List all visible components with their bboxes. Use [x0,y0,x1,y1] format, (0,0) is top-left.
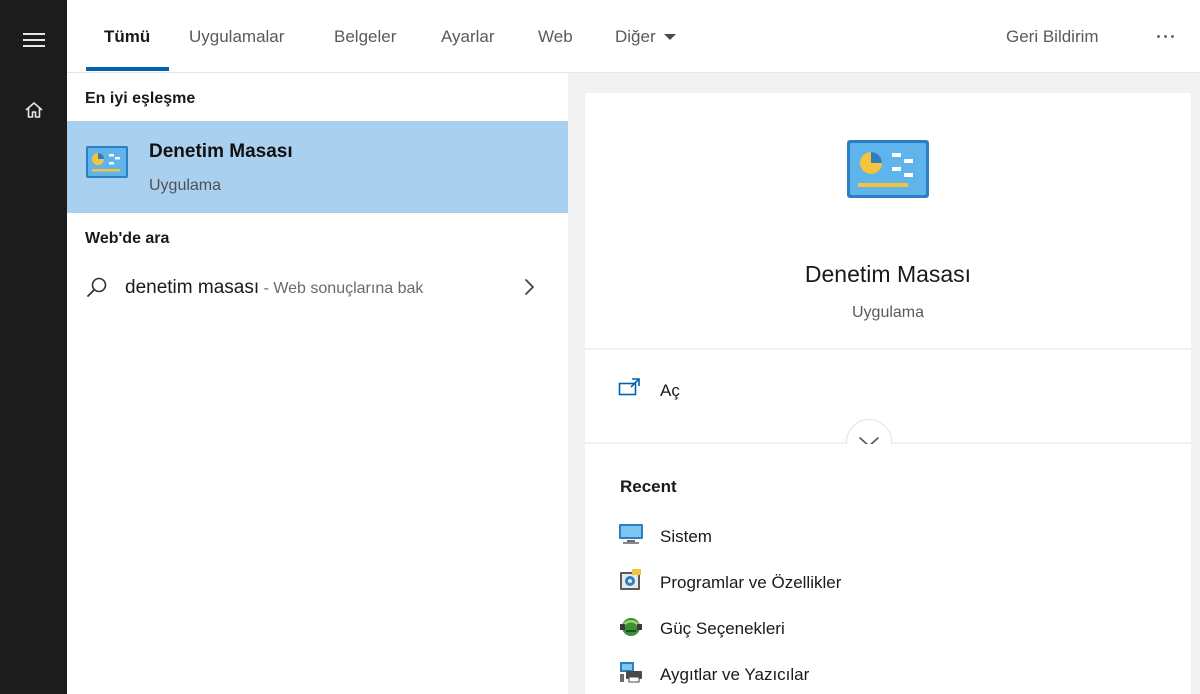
home-icon[interactable] [0,90,67,130]
recent-item-sistem[interactable]: Sistem [618,522,1138,552]
programs-features-icon [618,568,644,597]
open-label: Aç [660,381,680,400]
power-options-icon [618,614,644,645]
preview-subtitle: Uygulama [851,304,925,321]
results-pane: En iyi eşleşme Denetim Masası Uygulama W… [67,73,568,694]
web-search-query: denetim masası [125,277,260,298]
web-search-suffix: - Web sonuçlarına bak [259,280,424,297]
recent-item-label: Sistem [660,527,712,546]
control-panel-icon [846,139,930,204]
tab-more-label: Diğer [615,26,656,46]
devices-printers-icon [618,660,644,689]
web-search-item[interactable]: denetim masası - Web sonuçlarına bak [67,265,568,311]
preview-header-card: Denetim Masası Uygulama [585,93,1191,348]
tab-all[interactable]: Tümü [104,0,150,73]
chevron-right-icon[interactable] [523,277,537,302]
best-match-heading: En iyi eşleşme [85,90,196,107]
system-monitor-icon [618,522,644,551]
best-match-subtitle: Uygulama [149,177,222,194]
recent-item-label: Programlar ve Özellikler [660,573,842,592]
feedback-link[interactable]: Geri Bildirim [1006,0,1099,73]
tab-apps[interactable]: Uygulamalar [189,0,284,73]
tab-more-dropdown[interactable]: Diğer [615,0,676,73]
best-match-title: Denetim Masası [149,141,293,162]
tab-web[interactable]: Web [538,0,573,73]
tab-settings[interactable]: Ayarlar [441,0,495,73]
recent-heading: Recent [620,477,677,496]
web-search-heading: Web'de ara [85,230,170,247]
hamburger-menu-icon[interactable] [0,20,67,60]
recent-item-programs-features[interactable]: Programlar ve Özellikler [618,568,1138,598]
recent-item-label: Güç Seçenekleri [660,619,785,638]
recent-item-power-options[interactable]: Güç Seçenekleri [618,614,1138,644]
active-tab-indicator [86,67,169,71]
recent-item-devices-printers[interactable]: Aygıtlar ve Yazıcılar [618,660,1138,690]
recent-item-label: Aygıtlar ve Yazıcılar [660,665,810,684]
caret-down-icon [663,33,676,40]
preview-pane: Denetim Masası Uygulama Aç Recent Sistem… [568,73,1200,694]
tab-documents[interactable]: Belgeler [334,0,396,73]
recent-card: Recent Sistem Programlar ve Özellikler G… [585,444,1191,694]
control-panel-icon [85,145,129,184]
preview-title: Denetim Masası [804,261,972,287]
search-filter-bar: Tümü Uygulamalar Belgeler Ayarlar Web Di… [67,0,1200,73]
best-match-item[interactable]: Denetim Masası Uygulama [67,121,568,213]
search-icon [85,275,109,304]
open-icon [618,377,642,404]
ellipsis-icon[interactable] [1147,0,1183,73]
left-rail [0,0,67,694]
